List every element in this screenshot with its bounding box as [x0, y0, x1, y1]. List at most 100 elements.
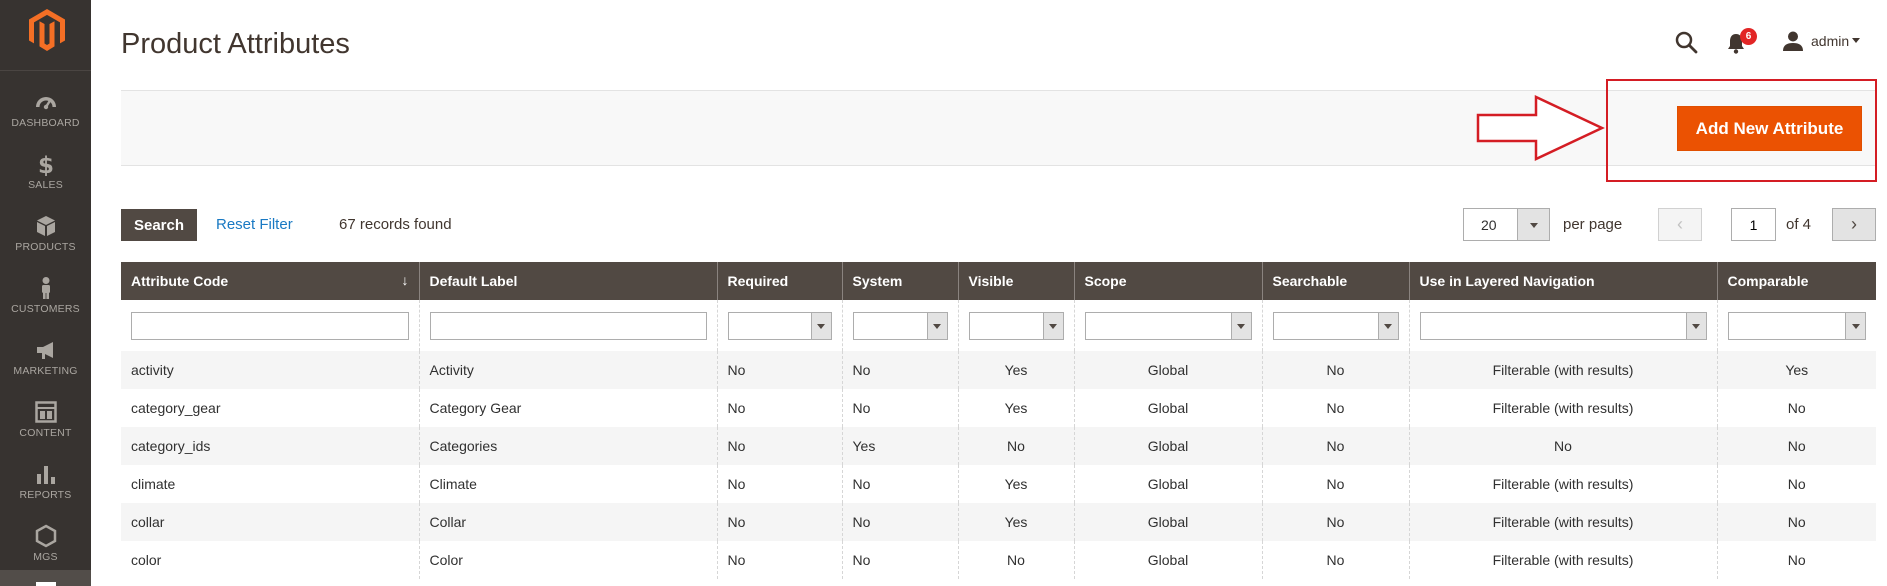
system-filter-select[interactable] [852, 311, 948, 340]
person-icon [41, 277, 50, 299]
cell-required: No [716, 389, 842, 427]
cell-required: No [716, 541, 842, 579]
sort-down-icon[interactable]: ↓ [402, 272, 409, 288]
searchable-filter-select[interactable] [1272, 311, 1399, 340]
cell-searchable: No [1261, 427, 1409, 465]
table-row[interactable]: activity Activity No No Yes Global No Fi… [121, 351, 1876, 389]
chevron-down-icon[interactable] [810, 312, 831, 339]
table-row[interactable]: climate Climate No No Yes Global No Filt… [121, 465, 1876, 503]
table-row[interactable]: category_ids Categories No Yes No Global… [121, 427, 1876, 465]
grid-filter-row [121, 300, 1876, 351]
sidebar-item-marketing[interactable]: MARKETING [0, 328, 91, 390]
cell-system: No [841, 541, 958, 579]
cell-visible: No [957, 427, 1074, 465]
sidebar-item-dashboard[interactable]: DASHBOARD [0, 80, 91, 142]
cell-layered-navigation: No [1408, 427, 1717, 465]
grid-header-row: Attribute Code ↓ Default Label Required S… [121, 262, 1876, 300]
cell-searchable: No [1261, 465, 1409, 503]
user-icon[interactable] [1783, 31, 1803, 51]
cell-attribute-code: collar [121, 503, 419, 541]
column-header-required[interactable]: Required [716, 262, 842, 300]
comparable-filter-select[interactable] [1727, 311, 1866, 340]
cell-scope: Global [1073, 351, 1262, 389]
sidebar-item-stores[interactable] [0, 570, 91, 586]
chevron-left-icon: ‹ [1677, 214, 1683, 234]
user-menu-name[interactable]: admin [1811, 33, 1849, 49]
column-header-layered-navigation[interactable]: Use in Layered Navigation [1408, 262, 1717, 300]
chevron-down-icon[interactable] [926, 312, 947, 339]
search-button[interactable]: Search [121, 209, 197, 241]
cell-default-label: Climate [418, 465, 717, 503]
chevron-down-icon[interactable] [1517, 209, 1549, 240]
reset-filter-link[interactable]: Reset Filter [216, 216, 293, 233]
column-header-comparable[interactable]: Comparable [1716, 262, 1876, 300]
next-page-button[interactable]: › [1832, 208, 1876, 241]
svg-text:$: $ [37, 153, 53, 176]
chevron-down-icon[interactable] [1377, 312, 1398, 339]
cell-visible: Yes [957, 389, 1074, 427]
sidebar-item-label: SALES [28, 179, 63, 191]
cell-layered-navigation: Filterable (with results) [1408, 541, 1717, 579]
cell-searchable: No [1261, 503, 1409, 541]
column-header-visible[interactable]: Visible [957, 262, 1074, 300]
cell-system: No [841, 465, 958, 503]
cell-searchable: No [1261, 541, 1409, 579]
scope-filter-select[interactable] [1084, 311, 1252, 340]
chevron-down-icon[interactable] [1852, 38, 1860, 43]
sidebar-item-products[interactable]: PRODUCTS [0, 204, 91, 266]
visible-filter-select[interactable] [968, 311, 1064, 340]
cell-required: No [716, 465, 842, 503]
cell-visible: Yes [957, 351, 1074, 389]
page-title: Product Attributes [121, 28, 350, 60]
dashboard-icon [35, 97, 56, 110]
cell-comparable: Yes [1716, 351, 1876, 389]
column-header-attribute-code[interactable]: Attribute Code ↓ [121, 262, 419, 300]
default-label-filter-input[interactable] [429, 311, 707, 340]
sidebar-item-sales[interactable]: $ SALES [0, 142, 91, 204]
table-row[interactable]: color Color No No No Global No Filterabl… [121, 541, 1876, 579]
cell-attribute-code: category_gear [131, 400, 221, 416]
sidebar-item-mgs[interactable]: MGS [0, 514, 91, 576]
cell-system: No [841, 503, 958, 541]
cell-comparable: No [1716, 389, 1876, 427]
sidebar-item-content[interactable]: CONTENT [0, 390, 91, 452]
sidebar-item-label: CONTENT [19, 427, 72, 439]
sidebar-item-reports[interactable]: REPORTS [0, 452, 91, 514]
cell-required: No [716, 427, 842, 465]
previous-page-button[interactable]: ‹ [1658, 208, 1702, 241]
column-header-system[interactable]: System [841, 262, 958, 300]
page-number-input[interactable] [1731, 208, 1776, 241]
search-icon[interactable] [1674, 30, 1698, 54]
table-row[interactable]: collar Collar No No Yes Global No Filter… [121, 503, 1876, 541]
sidebar-item-label: PRODUCTS [15, 241, 76, 253]
sidebar-item-customers[interactable]: CUSTOMERS [0, 266, 91, 328]
cell-system: Yes [841, 427, 958, 465]
notification-badge[interactable]: 6 [1740, 28, 1757, 45]
add-new-attribute-button[interactable]: Add New Attribute [1677, 106, 1862, 151]
required-filter-select[interactable] [727, 311, 832, 340]
chevron-down-icon[interactable] [1230, 312, 1251, 339]
cell-default-label: Categories [418, 427, 717, 465]
chevron-down-icon[interactable] [1042, 312, 1063, 339]
column-header-searchable[interactable]: Searchable [1261, 262, 1409, 300]
column-header-default-label[interactable]: Default Label [418, 262, 717, 300]
cell-attribute-code: climate [131, 476, 176, 492]
cell-required: No [716, 503, 842, 541]
column-header-scope[interactable]: Scope [1073, 262, 1262, 300]
cell-layered-navigation: Filterable (with results) [1408, 465, 1717, 503]
chevron-down-icon[interactable] [1685, 312, 1706, 339]
attribute-code-filter-input[interactable] [131, 311, 409, 340]
chevron-down-icon[interactable] [1845, 312, 1865, 339]
bar-chart-icon [36, 466, 55, 484]
cell-required: No [716, 351, 842, 389]
sidebar-item-label: DASHBOARD [11, 117, 80, 129]
per-page-select[interactable]: 20 [1463, 208, 1550, 241]
layered-navigation-filter-select[interactable] [1419, 311, 1707, 340]
sidebar-item-label: CUSTOMERS [11, 303, 80, 315]
cell-scope: Global [1073, 541, 1262, 579]
cell-scope: Global [1073, 427, 1262, 465]
magento-logo[interactable] [29, 9, 65, 51]
cell-comparable: No [1716, 541, 1876, 579]
table-row[interactable]: category_gear Category Gear No No Yes Gl… [121, 389, 1876, 427]
cell-default-label: Activity [418, 351, 717, 389]
